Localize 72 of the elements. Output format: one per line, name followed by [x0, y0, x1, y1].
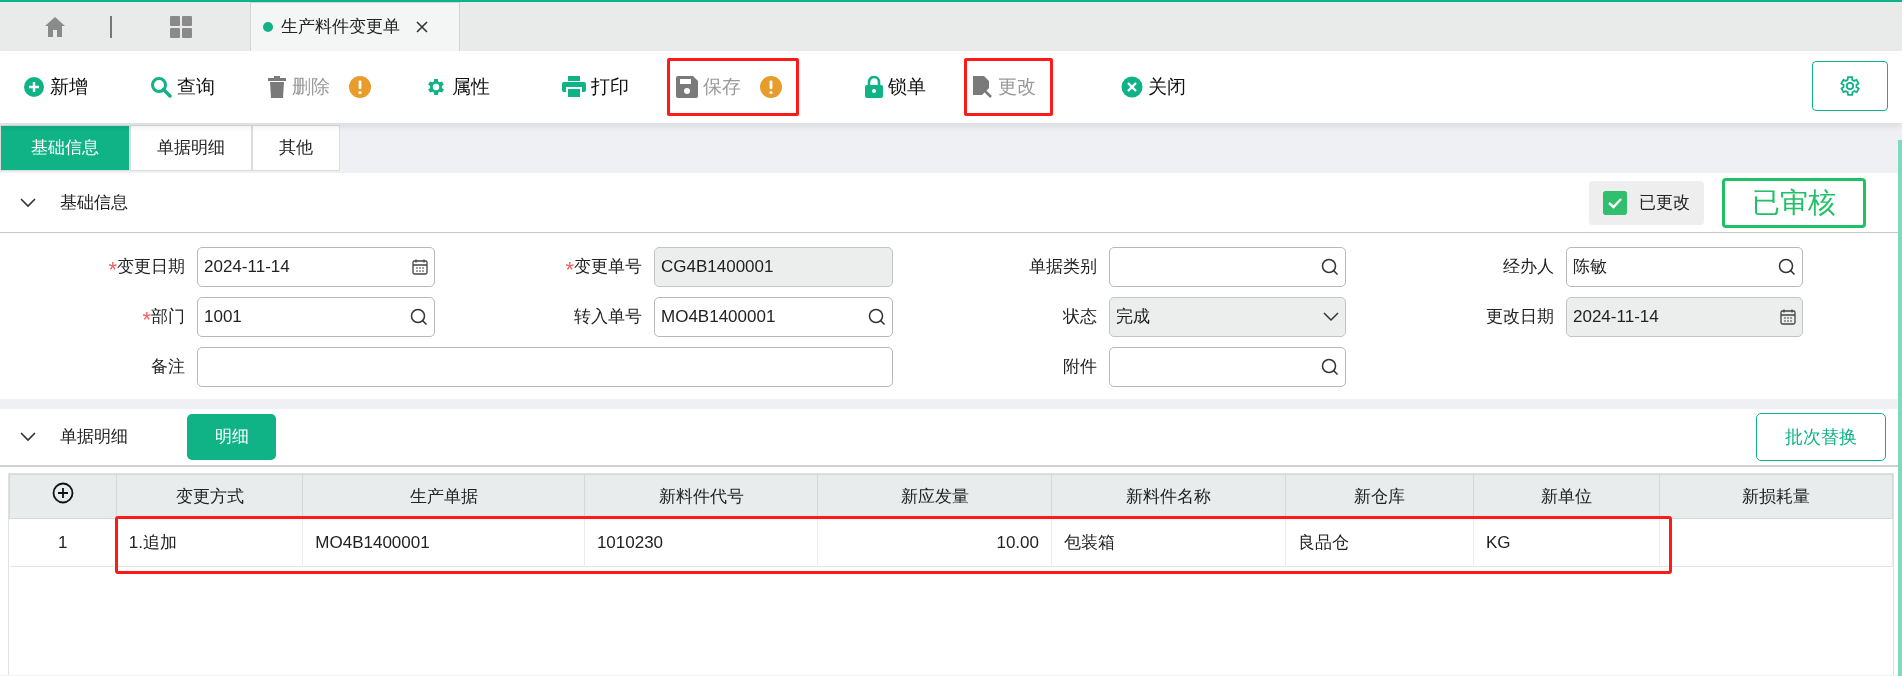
field-label: 备注 — [151, 356, 185, 379]
required-mark: * — [142, 309, 151, 331]
search-icon[interactable] — [1321, 358, 1339, 376]
toolbar-button[interactable]: 查询 — [141, 58, 224, 116]
search-icon[interactable] — [1778, 258, 1796, 276]
toolbar-button[interactable]: 打印 — [553, 58, 638, 116]
lock-icon — [865, 76, 883, 98]
search-icon — [150, 76, 172, 98]
column-header[interactable]: 新仓库 — [1285, 474, 1474, 519]
row-number: 1 — [9, 518, 117, 567]
field-label: 更改日期 — [1486, 306, 1554, 329]
field-label: 转入单号 — [574, 306, 642, 329]
input-field[interactable] — [197, 347, 893, 387]
column-header[interactable]: 新料件名称 — [1051, 474, 1286, 519]
toolbar-button[interactable]: 锁单 — [856, 58, 935, 116]
field-label: 变更日期 — [117, 256, 185, 279]
approved-stamp: 已审核 — [1722, 177, 1866, 228]
settings-icon — [1838, 74, 1862, 98]
printer-icon — [562, 76, 586, 98]
document-tab[interactable]: 生产料件变更单 — [250, 2, 460, 51]
toolbar-button[interactable]: 关闭 — [1112, 58, 1195, 116]
input-field[interactable]: MO4B1400001 — [654, 297, 893, 337]
document-edit-icon — [973, 76, 993, 98]
input-field[interactable] — [1109, 347, 1346, 387]
field-label: 变更单号 — [574, 256, 642, 279]
required-mark: * — [108, 259, 117, 281]
field-label: 附件 — [1063, 356, 1097, 379]
field-label: 部门 — [151, 306, 185, 329]
date-field[interactable]: 2024-11-14 — [1566, 297, 1803, 337]
calendar-icon[interactable] — [412, 259, 428, 275]
column-header[interactable]: 新应发量 — [817, 474, 1052, 519]
column-header[interactable]: 变更方式 — [116, 474, 303, 519]
column-header[interactable]: 生产单据 — [302, 474, 585, 519]
column-header[interactable]: 新损耗量 — [1659, 474, 1893, 519]
toolbar-button[interactable]: 新增 — [14, 58, 97, 116]
search-icon[interactable] — [410, 308, 428, 326]
tab-label: 生产料件变更单 — [281, 16, 400, 39]
field-label: 经办人 — [1503, 256, 1554, 279]
field-label: 单据类别 — [1029, 256, 1097, 279]
input-field[interactable]: 1001 — [197, 297, 435, 337]
checkbox-icon — [1603, 190, 1627, 215]
date-field[interactable]: 2024-11-14 — [197, 247, 435, 287]
column-header[interactable]: 新料件代号 — [584, 474, 818, 519]
chevron-icon[interactable] — [20, 197, 36, 208]
settings-button[interactable] — [1812, 61, 1888, 111]
section-tab[interactable]: 单据明细 — [130, 125, 252, 171]
search-icon[interactable] — [868, 308, 886, 326]
chevron-icon[interactable] — [20, 432, 36, 442]
calendar-icon[interactable] — [1780, 309, 1796, 325]
close-circle-icon — [1121, 76, 1143, 98]
section-tab[interactable]: 其他 — [252, 125, 340, 171]
warning-icon — [760, 76, 782, 98]
grid-icon[interactable] — [169, 14, 193, 39]
input-field[interactable]: CG4B1400001 — [654, 247, 893, 287]
close-icon[interactable] — [416, 21, 428, 33]
plus-circle-icon — [23, 76, 45, 98]
caret-icon[interactable] — [1323, 312, 1339, 322]
warning-icon — [349, 76, 371, 98]
input-field[interactable] — [1109, 247, 1346, 287]
home-icon[interactable] — [43, 14, 67, 39]
trash-icon — [267, 76, 287, 98]
section-title: 基础信息 — [60, 191, 128, 214]
add-row-icon[interactable] — [51, 481, 74, 504]
column-header[interactable]: 新单位 — [1473, 474, 1660, 519]
search-icon[interactable] — [1321, 258, 1339, 276]
input-field[interactable]: 陈敏 — [1566, 247, 1803, 287]
field-label: 状态 — [1063, 306, 1097, 329]
gear-icon — [425, 76, 447, 98]
section-title: 单据明细 — [60, 426, 129, 449]
dropdown[interactable]: 完成 — [1109, 297, 1346, 337]
required-mark: * — [565, 259, 574, 281]
toolbar-button[interactable]: 属性 — [416, 58, 499, 116]
